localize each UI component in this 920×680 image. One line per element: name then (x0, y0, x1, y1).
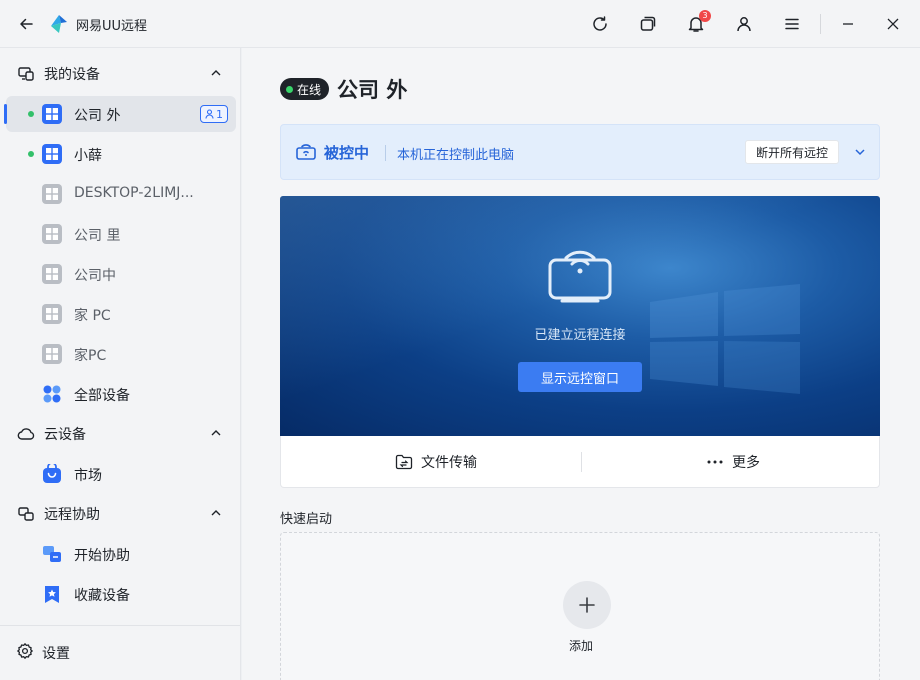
session-count: 1 (216, 107, 223, 121)
start-assist-icon (42, 544, 62, 564)
sidebar: 我的设备 公司 外 1 小薛 DESKTOP-2LIMJ... 公司 里 公司中… (0, 48, 241, 680)
quick-launch-area: 添加 (280, 532, 880, 680)
item-label: 收藏设备 (74, 588, 130, 604)
remote-monitor-icon (548, 244, 612, 308)
remote-assist-icon (16, 504, 36, 524)
device-item-desktop[interactable]: DESKTOP-2LIMJ... (6, 176, 236, 212)
action-bar: 文件传输 更多 (280, 436, 880, 488)
main-panel: 在线 公司 外 被控中 本机正在控制此电脑 断开所有远控 已建立远程连接 显示远… (242, 48, 920, 680)
person-icon (205, 109, 214, 119)
windows-icon (42, 184, 62, 204)
show-remote-window-button[interactable]: 显示远控窗口 (518, 362, 642, 392)
device-label: 小薛 (74, 148, 102, 164)
group-label: 云设备 (44, 427, 86, 443)
session-count-badge: 1 (200, 105, 228, 123)
device-item-home-pc[interactable]: 家 PC (6, 296, 236, 332)
device-label: 家PC (74, 348, 107, 364)
device-label: 公司中 (74, 268, 116, 284)
windows-icon (42, 304, 62, 324)
device-item-company-mid[interactable]: 公司中 (6, 256, 236, 292)
remote-preview: 已建立远程连接 显示远控窗口 (280, 196, 880, 436)
action-divider (581, 452, 582, 472)
chevron-down-icon[interactable] (853, 145, 867, 163)
banner-divider (385, 145, 386, 161)
minimize-icon[interactable] (836, 12, 860, 36)
all-devices-item[interactable]: 全部设备 (6, 376, 236, 412)
chevron-up-icon[interactable] (210, 507, 222, 523)
more-label: 更多 (732, 455, 760, 471)
controlled-banner: 被控中 本机正在控制此电脑 断开所有远控 (280, 124, 880, 180)
page-title: 公司 外 (337, 78, 408, 102)
bookmark-star-icon (42, 584, 62, 604)
device-label: 全部设备 (74, 388, 130, 404)
folder-transfer-icon (395, 454, 413, 470)
title-bar: 网易UU远程 3 (0, 0, 920, 48)
add-quick-launch-button[interactable] (563, 581, 611, 629)
device-label: 家 PC (74, 308, 111, 324)
online-dot (28, 151, 34, 157)
connection-status-text: 已建立远程连接 (534, 328, 626, 343)
device-item-home-pc-2[interactable]: 家PC (6, 336, 236, 372)
file-transfer-label: 文件传输 (421, 455, 477, 471)
gear-icon (16, 642, 34, 664)
close-icon[interactable] (881, 12, 905, 36)
group-label: 远程协助 (44, 507, 100, 523)
devices-icon (16, 64, 36, 84)
file-transfer-button[interactable]: 文件传输 (395, 436, 477, 488)
more-button[interactable]: 更多 (706, 436, 760, 488)
selection-indicator (4, 104, 7, 124)
device-label: DESKTOP-2LIMJ... (74, 185, 194, 201)
item-label: 市场 (74, 468, 102, 484)
window-switch-icon[interactable] (636, 12, 660, 36)
chevron-up-icon[interactable] (210, 67, 222, 83)
windows-icon (42, 264, 62, 284)
start-assist-item[interactable]: 开始协助 (6, 536, 236, 572)
settings-label: 设置 (42, 646, 70, 662)
windows-icon (42, 104, 62, 124)
app-title: 网易UU远程 (76, 19, 148, 34)
banner-description: 本机正在控制此电脑 (397, 148, 515, 163)
windows-icon (42, 224, 62, 244)
device-header: 在线 公司 外 (280, 74, 407, 104)
refresh-icon[interactable] (588, 12, 612, 36)
device-label: 公司 里 (74, 228, 121, 244)
cloud-icon (16, 424, 36, 444)
settings-button[interactable]: 设置 (16, 642, 70, 664)
favorite-devices-item[interactable]: 收藏设备 (6, 576, 236, 612)
shopping-bag-icon (42, 462, 62, 484)
windows-icon (42, 344, 62, 364)
user-account-icon[interactable] (732, 12, 756, 36)
plus-icon (579, 597, 595, 613)
titlebar-divider (820, 14, 821, 34)
add-label: 添加 (568, 639, 593, 653)
device-item-company-out[interactable]: 公司 外 1 (4, 96, 236, 132)
status-badge: 在线 (280, 78, 330, 100)
status-text: 在线 (297, 82, 322, 97)
group-my-devices[interactable]: 我的设备 (0, 54, 240, 94)
menu-icon[interactable] (780, 12, 804, 36)
device-item-xiaoxue[interactable]: 小薛 (6, 136, 236, 172)
group-cloud-devices[interactable]: 云设备 (0, 414, 240, 454)
back-arrow-icon[interactable] (14, 12, 38, 36)
item-label: 开始协助 (74, 548, 130, 564)
quick-launch-title: 快速启动 (280, 512, 333, 527)
more-dots-icon (706, 459, 724, 465)
device-item-company-in[interactable]: 公司 里 (6, 216, 236, 252)
online-dot (28, 111, 34, 117)
notification-bell-icon[interactable]: 3 (684, 10, 711, 36)
notification-count-badge: 3 (699, 10, 711, 22)
windows-icon (42, 144, 62, 164)
chevron-up-icon[interactable] (210, 427, 222, 443)
group-remote-assist[interactable]: 远程协助 (0, 494, 240, 534)
app-logo-icon (48, 13, 70, 35)
sidebar-divider (0, 625, 240, 626)
all-devices-icon (42, 384, 62, 404)
banner-title: 被控中 (324, 144, 370, 162)
online-dot (286, 85, 293, 93)
disconnect-all-button[interactable]: 断开所有远控 (745, 140, 840, 164)
group-label: 我的设备 (44, 67, 100, 83)
device-label: 公司 外 (74, 108, 121, 124)
market-item[interactable]: 市场 (6, 456, 236, 492)
remote-signal-icon (295, 142, 317, 166)
